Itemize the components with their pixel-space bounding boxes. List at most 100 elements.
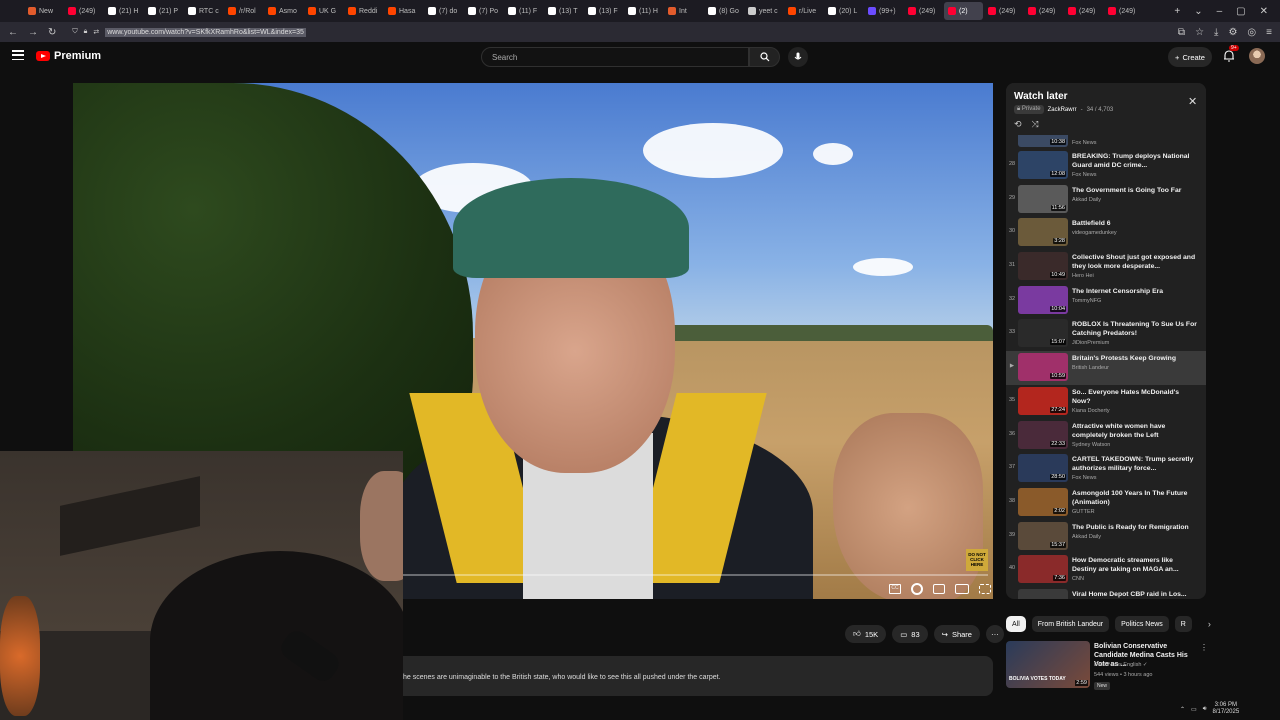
- playlist-item-thumbnail[interactable]: [1018, 588, 1068, 599]
- playlist-title[interactable]: Watch later: [1014, 91, 1068, 102]
- theater-mode-icon[interactable]: [955, 584, 969, 594]
- browser-tab[interactable]: (8) Go: [704, 2, 743, 20]
- like-button[interactable]: 👍︎ 15K: [845, 625, 887, 643]
- tab-list-icon[interactable]: ⌄: [1194, 6, 1202, 17]
- playlist-item-channel[interactable]: Hero Hei: [1072, 273, 1198, 279]
- playlist-item-title[interactable]: Britain's Protests Keep Growing: [1072, 354, 1198, 363]
- playlist-item-thumbnail[interactable]: 10:04: [1018, 285, 1068, 314]
- browser-tab[interactable]: UK G: [304, 2, 343, 20]
- new-tab-button[interactable]: +: [1174, 6, 1180, 17]
- playlist-item-thumbnail[interactable]: 10:59: [1018, 353, 1068, 382]
- playlist-item-channel[interactable]: Akkad Daily: [1072, 197, 1198, 203]
- close-playlist-button[interactable]: ✕: [1188, 95, 1197, 108]
- browser-tab[interactable]: (249): [984, 2, 1023, 20]
- playlist-item[interactable]: 40 7:36 How Democratic streamers like Dest…: [1006, 553, 1206, 587]
- translate-icon[interactable]: ⧉: [1178, 27, 1185, 38]
- browser-tab[interactable]: (13) T: [544, 2, 583, 20]
- clock[interactable]: 3:06 PM 8/17/2025: [1212, 702, 1239, 716]
- playlist-item-channel[interactable]: Sydney Watson: [1072, 442, 1198, 448]
- browser-tab[interactable]: (11) F: [504, 2, 543, 20]
- playlist-item-title[interactable]: Viral Home Depot CBP raid in Los...: [1072, 590, 1198, 599]
- video-progress-bar[interactable]: [403, 574, 988, 576]
- chevron-right-icon[interactable]: ›: [1208, 619, 1211, 629]
- browser-tab[interactable]: (13) F: [584, 2, 623, 20]
- playlist-item-title[interactable]: ROBLOX Is Threatening To Sue Us For Catc…: [1072, 320, 1198, 338]
- captions-icon[interactable]: CC: [889, 584, 901, 594]
- playlist-item-channel[interactable]: British Landeur: [1072, 365, 1198, 371]
- playlist-item[interactable]: 33 15:07 ROBLOX Is Threatening To Sue Us F…: [1006, 317, 1206, 351]
- playlist-item-channel[interactable]: videogamedunkey: [1072, 230, 1198, 236]
- browser-tab[interactable]: RTC c: [184, 2, 223, 20]
- playlist-item-title[interactable]: How Democratic streamers like Destiny ar…: [1072, 556, 1198, 574]
- playlist-item-thumbnail[interactable]: 28:50: [1018, 454, 1068, 483]
- playlist-item[interactable]: 37 28:50 CARTEL TAKEDOWN: Trump secretly a…: [1006, 452, 1206, 486]
- browser-tab[interactable]: /r/Rol: [224, 2, 263, 20]
- menu-icon[interactable]: ≡: [1266, 27, 1272, 38]
- miniplayer-icon[interactable]: [933, 584, 945, 594]
- browser-tab[interactable]: (249): [1064, 2, 1103, 20]
- playlist-item-title[interactable]: Asmongold 100 Years In The Future (Anima…: [1072, 489, 1198, 507]
- browser-tab[interactable]: (249): [1024, 2, 1063, 20]
- browser-tab[interactable]: (11) H: [624, 2, 663, 20]
- playlist-item-channel[interactable]: JiDionPremium: [1072, 340, 1198, 346]
- browser-tab[interactable]: yeet c: [744, 2, 783, 20]
- share-button[interactable]: ↪ Share: [933, 625, 980, 643]
- browser-tab[interactable]: (7) Po: [464, 2, 503, 20]
- playlist-item[interactable]: 36 22:33 Attractive white women have compl…: [1006, 419, 1206, 453]
- playlist-item-title[interactable]: CARTEL TAKEDOWN: Trump secretly authoriz…: [1072, 455, 1198, 473]
- shuffle-icon[interactable]: ⤨: [1032, 119, 1039, 130]
- playlist-item[interactable]: 39 15:37 The Public is Ready for Remigrati…: [1006, 520, 1206, 554]
- back-icon[interactable]: ←: [8, 27, 18, 38]
- playlist-item-title[interactable]: The Internet Censorship Era: [1072, 287, 1198, 296]
- playlist-item-title[interactable]: Attractive white women have completely b…: [1072, 422, 1198, 440]
- browser-tab[interactable]: (99+): [864, 2, 903, 20]
- url-text[interactable]: www.youtube.com/watch?v=SKfkXRamhRo&list…: [105, 27, 306, 37]
- playlist-item-title[interactable]: So... Everyone Hates McDonald's Now?: [1072, 388, 1198, 406]
- browser-tab[interactable]: (21) P: [144, 2, 183, 20]
- minimize-button[interactable]: –: [1217, 6, 1223, 17]
- browser-tab[interactable]: r/Live: [784, 2, 823, 20]
- playlist-item[interactable]: 29 11:56 The Government is Going Too Far Ak…: [1006, 183, 1206, 217]
- browser-tab[interactable]: (2): [944, 2, 983, 20]
- filter-chip[interactable]: From British Landeur: [1031, 616, 1110, 632]
- loop-icon[interactable]: ⟲: [1014, 119, 1022, 130]
- extension-icon[interactable]: ⚙: [1228, 27, 1237, 38]
- playlist-item-channel[interactable]: TommyNFG: [1072, 298, 1198, 304]
- network-icon[interactable]: ▭: [1191, 706, 1197, 713]
- playlist-item-title[interactable]: BREAKING: Trump deploys National Guard a…: [1072, 152, 1198, 170]
- more-actions-button[interactable]: ···: [985, 625, 1004, 643]
- playlist-item-thumbnail[interactable]: 10:49: [1018, 252, 1068, 281]
- lock-icon[interactable]: 🔒︎: [84, 28, 88, 36]
- playlist-item[interactable]: 10:38 Fox News: [1006, 135, 1206, 149]
- notifications-bell-icon[interactable]: [1222, 49, 1236, 63]
- address-bar[interactable]: ⛉ 🔒︎ ⇄ www.youtube.com/watch?v=SKfkXRamh…: [66, 25, 312, 39]
- browser-tab[interactable]: (7) do: [424, 2, 463, 20]
- settings-gear-icon[interactable]: [911, 583, 923, 595]
- shield-icon[interactable]: ⛉: [72, 28, 77, 36]
- playlist-item[interactable]: 31 10:49 Collective Shout just got exposed…: [1006, 250, 1206, 284]
- browser-tab[interactable]: (21) H: [104, 2, 143, 20]
- playlist-item[interactable]: ▶ 10:59 Britain's Protests Keep Growing Bri…: [1006, 351, 1206, 385]
- volume-icon[interactable]: 🔊︎: [1203, 706, 1207, 713]
- playlist-item-thumbnail[interactable]: 7:36: [1018, 555, 1068, 584]
- bookmark-star-icon[interactable]: ☆: [1195, 27, 1204, 38]
- hamburger-menu-icon[interactable]: [12, 50, 24, 60]
- playlist-item-thumbnail[interactable]: 2:02: [1018, 487, 1068, 516]
- browser-tab[interactable]: New: [24, 2, 63, 20]
- search-button[interactable]: [749, 47, 780, 67]
- video-description[interactable]: he scenes are unimaginable to the Britis…: [403, 656, 993, 696]
- filter-chip[interactable]: All: [1006, 616, 1026, 632]
- forward-icon[interactable]: →: [28, 27, 38, 38]
- browser-tab[interactable]: Reddi: [344, 2, 383, 20]
- playlist-item-channel[interactable]: Fox News: [1072, 172, 1198, 178]
- playlist-item-thumbnail[interactable]: 15:07: [1018, 319, 1068, 348]
- playlist-item[interactable]: 30 3:28 Battlefield 6 videogamedunkey: [1006, 216, 1206, 250]
- more-options-icon[interactable]: ⋮: [1200, 643, 1208, 652]
- playlist-item-thumbnail[interactable]: 15:37: [1018, 521, 1068, 550]
- create-button[interactable]: + Create: [1168, 47, 1212, 67]
- download-icon[interactable]: ⤓: [1214, 27, 1218, 38]
- playlist-item[interactable]: 28 12:08 BREAKING: Trump deploys National …: [1006, 149, 1206, 183]
- playlist-item-thumbnail[interactable]: 27:24: [1018, 386, 1068, 415]
- browser-tab[interactable]: (20) L: [824, 2, 863, 20]
- recommended-channel[interactable]: DawnNews English ✓: [1094, 662, 1148, 668]
